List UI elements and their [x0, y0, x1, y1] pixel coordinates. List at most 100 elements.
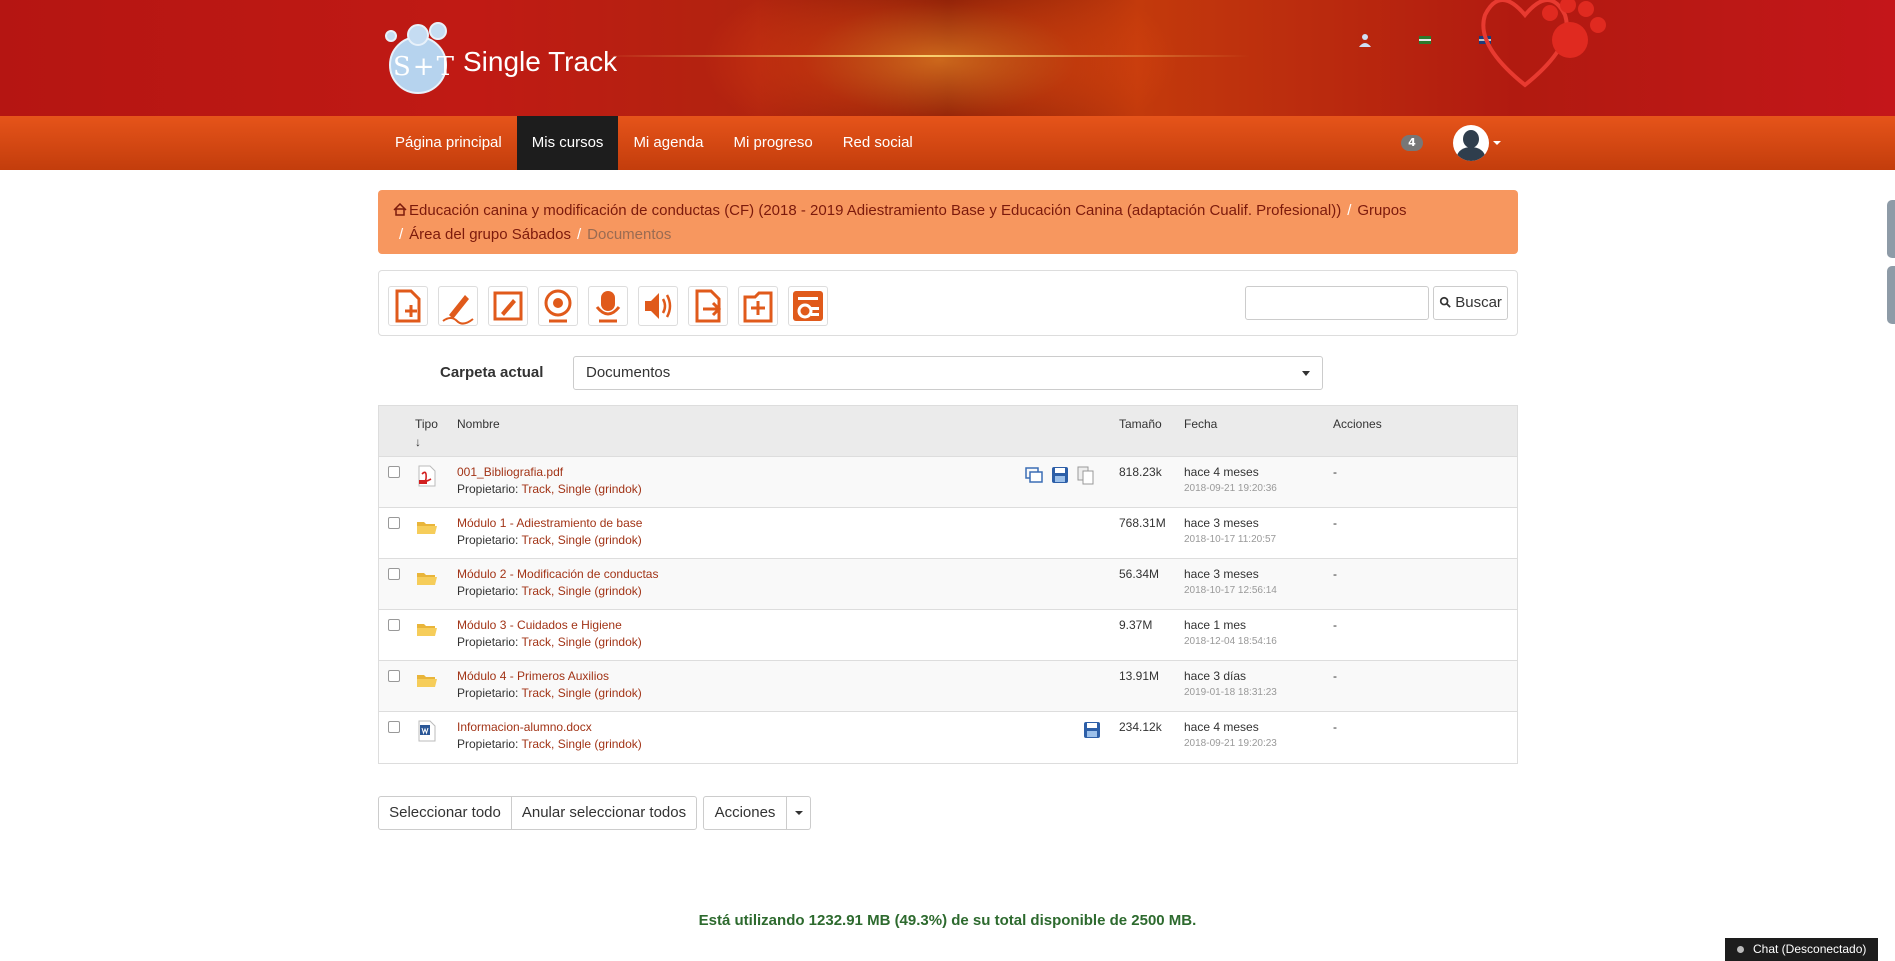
table-header: Tipo ↓ Nombre Tamaño Fecha Acciones [379, 406, 1517, 457]
nav-item-my-courses[interactable]: Mis cursos [516, 116, 619, 170]
notifications-badge[interactable]: 4 [1401, 135, 1423, 151]
select-all-button[interactable]: Seleccionar todo [378, 796, 512, 830]
sort-arrow-icon: ↓ [415, 435, 421, 449]
save-icon[interactable] [1050, 465, 1070, 485]
copy-icon[interactable] [1076, 465, 1096, 485]
audio-button[interactable] [638, 286, 678, 326]
side-panel-tab[interactable] [1887, 200, 1895, 258]
breadcrumb-course-link[interactable]: Educación canina y modificación de condu… [409, 202, 1341, 219]
edit-template-button[interactable] [488, 286, 528, 326]
column-date[interactable]: Fecha [1184, 415, 1217, 433]
unselect-all-button[interactable]: Anular seleccionar todos [511, 796, 697, 830]
file-size: 9.37M [1119, 618, 1153, 632]
row-checkbox[interactable] [388, 517, 400, 529]
pdf-file-icon [418, 465, 436, 487]
breadcrumb-group-area-link[interactable]: Área del grupo Sábados [409, 226, 571, 243]
folder-name-link[interactable]: Módulo 3 - Cuidados e Higiene [457, 617, 622, 634]
owner-link[interactable]: Track, Single (grindok) [522, 533, 642, 547]
file-name-link[interactable]: Informacion-alumno.docx [457, 719, 592, 736]
save-icon[interactable] [1082, 720, 1102, 740]
file-date-relative: hace 3 días [1184, 669, 1247, 683]
owner-link[interactable]: Track, Single (grindok) [522, 482, 642, 496]
folder-name-link[interactable]: Módulo 4 - Primeros Auxilios [457, 668, 609, 685]
nav-item-progress[interactable]: Mi progreso [719, 116, 828, 170]
owner-label: Propietario: [457, 482, 519, 496]
draw-icon [442, 295, 474, 325]
row-checkbox[interactable] [388, 721, 400, 733]
nav-item-agenda[interactable]: Mi agenda [618, 116, 718, 170]
folder-name-link[interactable]: Módulo 2 - Modificación de conductas [457, 566, 658, 583]
logo-text: Single Track [463, 46, 618, 77]
owner-label: Propietario: [457, 533, 519, 547]
column-size[interactable]: Tamaño [1119, 415, 1162, 433]
current-folder-select[interactable]: Documentos [573, 356, 1323, 390]
search-button-label: Buscar [1455, 294, 1502, 311]
new-folder-button[interactable] [738, 286, 778, 326]
side-panel-tab[interactable] [1887, 266, 1895, 324]
search-icon [1439, 296, 1451, 308]
row-checkbox[interactable] [388, 670, 400, 682]
logo-bubble-small [407, 24, 429, 46]
breadcrumb-separator: / [399, 226, 404, 243]
owner-link[interactable]: Track, Single (grindok) [522, 686, 642, 700]
row-checkbox[interactable] [388, 619, 400, 631]
breadcrumb-groups-link[interactable]: Grupos [1357, 202, 1406, 219]
nav-item-social-network[interactable]: Red social [828, 116, 928, 170]
storage-quota-text: Está utilizando 1232.91 MB (49.3%) de su… [0, 912, 1895, 929]
file-date-absolute: 2018-10-17 11:20:57 [1184, 534, 1277, 545]
home-icon[interactable] [393, 203, 407, 216]
new-document-button[interactable] [388, 286, 428, 326]
nav-items: Página principal Mis cursos Mi agenda Mi… [380, 116, 928, 170]
user-icon[interactable] [1357, 32, 1373, 48]
owner-label: Propietario: [457, 584, 519, 598]
folder-icon [417, 624, 437, 636]
owner-label: Propietario: [457, 635, 519, 649]
slideshow-button[interactable] [788, 286, 828, 326]
header-banner: S+T Single Track [0, 0, 1895, 116]
actions-button[interactable]: Acciones [703, 796, 787, 830]
file-owner: Propietario: Track, Single (grindok) [457, 583, 642, 600]
table-row: Módulo 2 - Modificación de conductas Pro… [379, 559, 1517, 610]
owner-link[interactable]: Track, Single (grindok) [522, 584, 642, 598]
logo-bubble-small [429, 22, 447, 40]
search-button[interactable]: Buscar [1433, 286, 1508, 320]
breadcrumb: Educación canina y modificación de condu… [378, 190, 1518, 254]
logo-bubble-small [385, 30, 397, 42]
audio-icon [645, 293, 672, 319]
banner-glow [700, 0, 1180, 116]
nav-item-home[interactable]: Página principal [380, 116, 517, 170]
table-row: Informacion-alumno.docx Propietario: Tra… [379, 712, 1517, 763]
owner-link[interactable]: Track, Single (grindok) [522, 737, 642, 751]
new-document-icon [395, 289, 421, 323]
actions-dropdown-toggle[interactable] [786, 796, 811, 830]
storage-quota-value: Está utilizando 1232.91 MB (49.3%) de su… [698, 912, 1197, 929]
owner-link[interactable]: Track, Single (grindok) [522, 635, 642, 649]
file-size: 768.31M [1119, 516, 1166, 530]
preview-icon[interactable] [1024, 465, 1044, 485]
webcam-icon [544, 289, 572, 323]
avatar-body [1457, 147, 1485, 161]
column-name[interactable]: Nombre [457, 415, 500, 433]
webcam-button[interactable] [538, 286, 578, 326]
chevron-down-icon[interactable] [1493, 141, 1501, 145]
main-navbar: Página principal Mis cursos Mi agenda Mi… [0, 116, 1895, 170]
upload-button[interactable] [688, 286, 728, 326]
avatar[interactable] [1453, 125, 1489, 161]
column-type[interactable]: Tipo ↓ [415, 415, 438, 451]
chat-status-button[interactable]: Chat (Desconectado) [1725, 938, 1878, 961]
file-name-link[interactable]: 001_Bibliografia.pdf [457, 464, 563, 481]
row-checkbox[interactable] [388, 466, 400, 478]
paw-heart-icon [1481, 0, 1606, 88]
flag-icon[interactable] [1417, 32, 1433, 48]
file-size: 234.12k [1119, 720, 1162, 734]
chevron-down-icon [795, 811, 803, 815]
folder-name-link[interactable]: Módulo 1 - Adiestramiento de base [457, 515, 642, 532]
search-input[interactable] [1245, 286, 1429, 320]
draw-button[interactable] [438, 286, 478, 326]
logo[interactable]: S+T Single Track [381, 22, 641, 94]
file-size: 818.23k [1119, 465, 1162, 479]
row-checkbox[interactable] [388, 568, 400, 580]
record-audio-button[interactable] [588, 286, 628, 326]
folder-icon [417, 573, 437, 585]
file-actions: - [1333, 567, 1337, 581]
